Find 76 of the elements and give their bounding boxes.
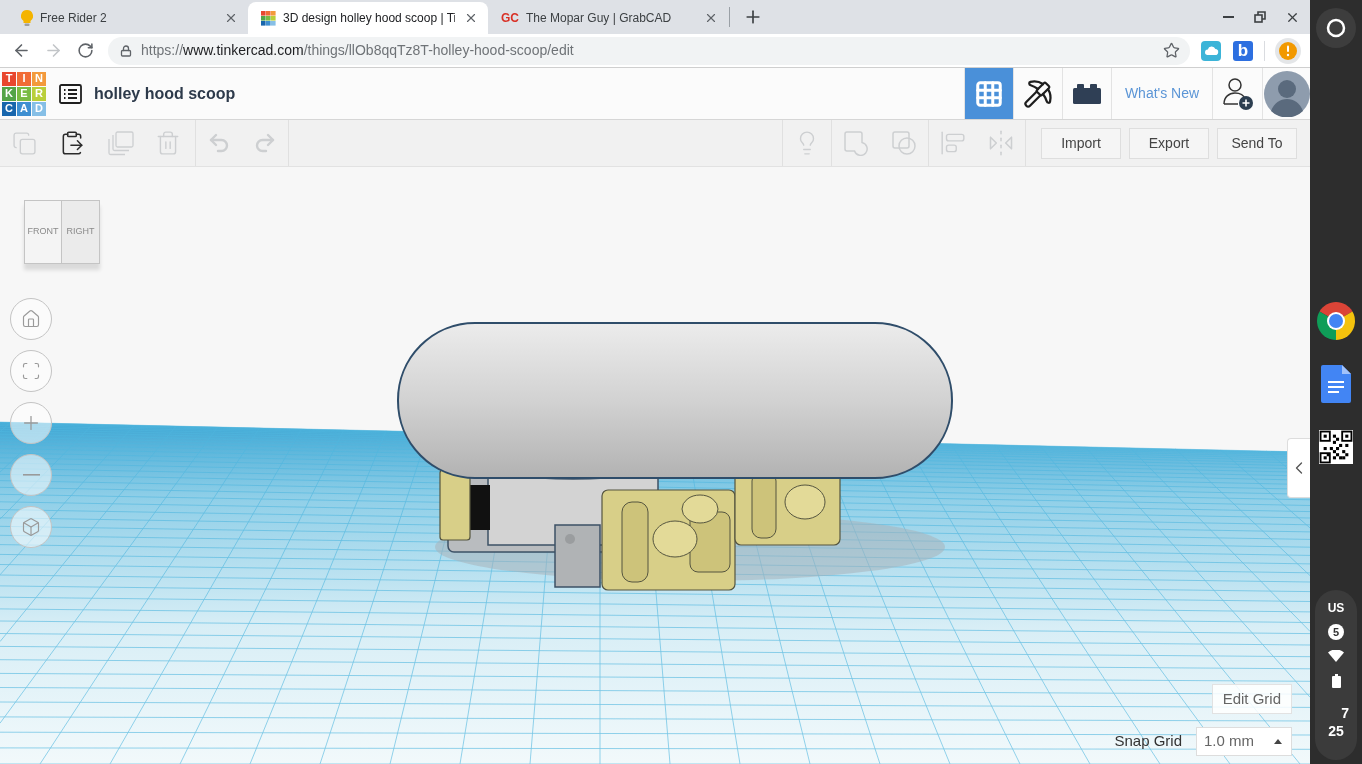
status-tray[interactable]: US 5 7 25 <box>1315 590 1357 760</box>
battery-icon <box>1331 674 1341 688</box>
close-icon <box>464 11 478 25</box>
logo-tile: N <box>32 71 46 86</box>
pickaxe-icon <box>1023 78 1053 109</box>
cloud-icon <box>1201 40 1221 61</box>
account-button[interactable] <box>1262 68 1310 119</box>
design-list-button[interactable] <box>58 81 82 106</box>
merged-shapes-icon <box>843 130 869 156</box>
document-icon <box>1321 365 1351 403</box>
snap-grid-label: Snap Grid <box>1114 731 1182 752</box>
caret-up-icon <box>1274 739 1282 744</box>
logo-tile: I <box>17 71 31 86</box>
keyboard-layout-label: US <box>1327 602 1345 614</box>
address-bar[interactable]: https://www.tinkercad.com/things/llOb8qqTz8T-holley-hood-scoop/edit <box>108 36 1190 65</box>
user-add-icon <box>1221 76 1254 111</box>
launcher-button[interactable] <box>1316 8 1356 48</box>
toolbar-text-button[interactable]: Send To <box>1217 127 1297 159</box>
alert-icon <box>1275 37 1301 64</box>
align-left-icon <box>940 130 966 156</box>
home-button[interactable] <box>10 298 52 340</box>
favicon-text: GC <box>501 12 519 24</box>
redo-icon <box>253 131 277 155</box>
avatar-silhouette-icon <box>1263 70 1310 117</box>
qr-code-icon <box>1319 430 1353 464</box>
zoom-in-button[interactable] <box>10 402 52 444</box>
extension-button[interactable] <box>1201 40 1221 61</box>
minimize-icon <box>1222 16 1234 18</box>
chrome-logo-icon <box>1316 301 1356 341</box>
lightbulb-icon <box>21 10 33 26</box>
mirror-icon <box>987 129 1015 157</box>
lock-icon <box>120 44 132 57</box>
logo-tile: K <box>2 86 16 101</box>
logo-tile: T <box>2 71 16 86</box>
stacked-squares-icon <box>106 130 134 156</box>
list-icon <box>58 83 82 104</box>
3d-model[interactable] <box>397 322 953 591</box>
reload-icon <box>76 42 94 59</box>
browser-tab[interactable]: 3D design holley hood scoop | Ti <box>248 2 488 34</box>
url-text: https://www.tinkercad.com/things/llOb8qqTz8T-holley-hood-scoop/edit <box>141 41 574 60</box>
launcher-ring-icon <box>1316 8 1356 48</box>
corners-icon <box>21 361 41 381</box>
logo-tile: R <box>32 86 46 101</box>
wifi-icon <box>1328 650 1344 662</box>
shelf-app-button[interactable] <box>1316 427 1356 467</box>
grid-icon <box>974 78 1004 109</box>
logo-tile: D <box>32 101 46 116</box>
clock-minute: 25 <box>1328 724 1344 738</box>
restore-window-icon <box>1254 11 1266 23</box>
projection-button[interactable] <box>10 506 52 548</box>
extension-button[interactable]: b <box>1233 40 1253 61</box>
snap-grid-select[interactable]: 1.0 mm <box>1196 727 1292 756</box>
close-icon <box>224 11 238 25</box>
home-icon <box>21 309 41 329</box>
edit-grid-button[interactable]: Edit Grid <box>1211 684 1292 714</box>
close-icon <box>704 11 718 25</box>
notification-count: 5 <box>1328 624 1344 640</box>
minus-icon <box>22 474 40 476</box>
logo-tile: E <box>17 86 31 101</box>
cube-face: FRONT <box>24 200 62 264</box>
logo-tile: C <box>2 101 16 116</box>
brick-icon <box>1073 83 1101 104</box>
colored-grid-icon <box>261 10 276 26</box>
cube-face: RIGHT <box>62 200 100 264</box>
shelf-app-button[interactable] <box>1316 301 1356 341</box>
logo-tile: A <box>17 101 31 116</box>
profile-button[interactable] <box>1275 37 1301 64</box>
design-title[interactable]: holley hood scoop <box>94 81 236 106</box>
cube-icon <box>21 517 41 537</box>
square-circle-icon <box>891 130 917 156</box>
copy-icon <box>11 130 37 156</box>
toolbar-text-button[interactable]: Export <box>1129 127 1209 159</box>
clock-hour: 7 <box>1341 706 1349 720</box>
toolbar-text-button[interactable]: Import <box>1041 127 1121 159</box>
trash-icon <box>155 130 181 156</box>
bookmark-star-icon[interactable] <box>1163 42 1180 59</box>
